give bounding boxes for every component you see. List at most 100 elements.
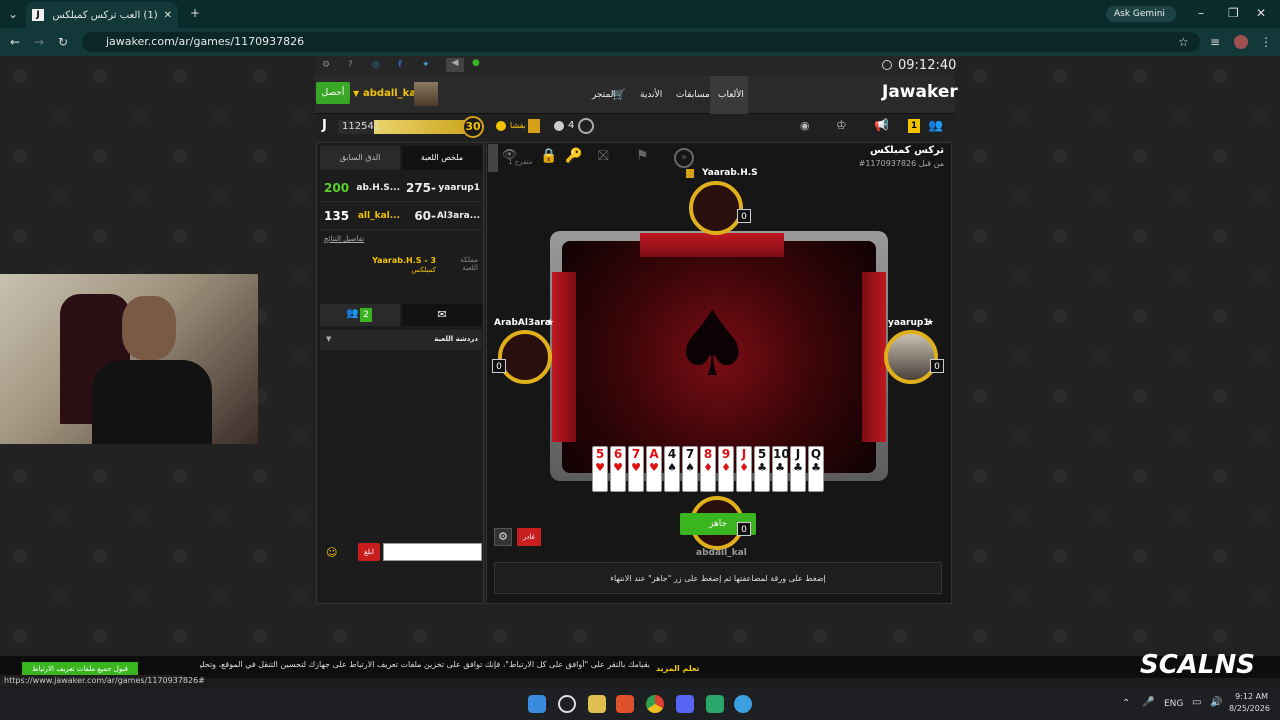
report-button[interactable]: ابلغ bbox=[358, 543, 380, 561]
help-icon[interactable]: ? bbox=[348, 60, 353, 70]
android-icon[interactable]: ● bbox=[472, 58, 488, 72]
hand-card[interactable]: 10 ♣ bbox=[772, 446, 790, 492]
reload-icon[interactable]: ↻ bbox=[58, 35, 68, 49]
discord-icon[interactable] bbox=[676, 695, 694, 713]
exit-door-icon[interactable]: ⛝ bbox=[598, 148, 609, 164]
player-top-name[interactable]: Yaarab.H.S bbox=[702, 168, 758, 178]
maximize-icon[interactable]: ❐ bbox=[1228, 6, 1239, 20]
profile-avatar[interactable] bbox=[1234, 35, 1248, 49]
hand-card[interactable]: 9 ♦ bbox=[718, 446, 734, 492]
lock-icon[interactable]: 🔒 bbox=[540, 148, 557, 164]
card-suit-icon: ♥ bbox=[631, 461, 641, 474]
hand-card[interactable]: 5 ♥ bbox=[592, 446, 608, 492]
url-input[interactable]: jawaker.com/ar/games/1170937826 bbox=[82, 32, 1200, 52]
emoji-icon[interactable]: ☺ bbox=[326, 546, 337, 559]
accept-cookies-button[interactable]: قبول جميع ملفات تعريف الارتباط bbox=[22, 662, 138, 676]
scrollbar[interactable] bbox=[488, 144, 498, 172]
rss-icon[interactable]: ◉ bbox=[800, 119, 810, 132]
player-name: ab.H.S... bbox=[356, 182, 400, 193]
settings-gear-icon[interactable]: ⚙ bbox=[494, 528, 512, 546]
hand-card[interactable]: A ♥ bbox=[646, 446, 662, 492]
player-left-name[interactable]: ArabAl3ara bbox=[494, 318, 551, 328]
card-rank: 8 bbox=[703, 447, 713, 461]
tab-search-icon[interactable]: ⌄ bbox=[8, 7, 18, 21]
score-details-link[interactable]: تفاصيل النتائج bbox=[324, 235, 364, 243]
hand-card[interactable]: 7 ♥ bbox=[628, 446, 644, 492]
new-tab-icon[interactable]: + bbox=[190, 6, 200, 20]
streamer-shirt bbox=[92, 360, 212, 444]
server-clock: 09:12:40 bbox=[898, 58, 957, 73]
chat-input[interactable] bbox=[383, 543, 482, 561]
twitter-icon[interactable]: ✦ bbox=[422, 60, 430, 70]
notification-badge[interactable]: 1 bbox=[908, 119, 920, 133]
kingdom-label: مملكة اللعبة bbox=[460, 256, 478, 272]
ask-gemini-button[interactable]: Ask Gemini bbox=[1106, 6, 1176, 22]
forward-icon[interactable]: → bbox=[34, 35, 44, 49]
taskbar-date[interactable]: 8/25/2026 bbox=[1226, 704, 1270, 713]
card-suit-icon: ♣ bbox=[793, 461, 803, 474]
volume-icon[interactable]: 🔊 bbox=[1210, 697, 1222, 708]
player-bottom-name[interactable]: abdall_kal bbox=[696, 548, 747, 558]
user-avatar[interactable] bbox=[414, 82, 438, 106]
player-left-avatar[interactable] bbox=[498, 330, 552, 384]
facebook-icon[interactable]: f bbox=[398, 60, 402, 70]
megaphone-icon[interactable]: 📢 bbox=[874, 118, 889, 132]
scalns-watermark: SCALNS bbox=[1140, 650, 1255, 680]
login-button[interactable]: أحصل bbox=[316, 82, 350, 104]
chrome-icon[interactable] bbox=[646, 695, 664, 713]
hand-card[interactable]: 4 ♠ bbox=[664, 446, 680, 492]
add-coins-icon[interactable] bbox=[496, 121, 506, 131]
close-window-icon[interactable]: ✕ bbox=[1256, 6, 1266, 20]
friends-icon[interactable]: 👥 bbox=[928, 118, 943, 132]
network-icon[interactable]: ▭ bbox=[1192, 697, 1201, 708]
trophy-icon[interactable]: ♔ bbox=[836, 118, 847, 132]
settings-icon[interactable]: ⚙ bbox=[322, 60, 330, 70]
spectators-label: 1 متفرج bbox=[508, 158, 533, 166]
hand-card[interactable]: J ♣ bbox=[790, 446, 806, 492]
player-right-avatar[interactable] bbox=[884, 330, 938, 384]
tray-chevron-icon[interactable]: ⌃ bbox=[1122, 698, 1130, 709]
browser-menu-icon[interactable]: ⋮ bbox=[1260, 35, 1272, 49]
instagram-icon[interactable]: ◎ bbox=[372, 60, 380, 70]
card-rank: 5 bbox=[595, 447, 605, 461]
browser-tab[interactable]: J (1) العب تركس كمبلكس مع ... ✕ bbox=[26, 2, 178, 28]
app-icon-2[interactable] bbox=[734, 695, 752, 713]
nav-games[interactable]: الألعاب bbox=[718, 90, 744, 100]
taskbar-time[interactable]: 9:12 AM bbox=[1228, 692, 1268, 701]
sound-icon[interactable]: ◀ bbox=[446, 58, 464, 72]
close-tab-icon[interactable]: ✕ bbox=[164, 10, 172, 21]
kick-icon[interactable]: ⚑ bbox=[636, 148, 649, 164]
mic-icon[interactable]: 🎤 bbox=[1142, 697, 1154, 708]
jawaker-logo[interactable]: Jawaker bbox=[882, 82, 958, 108]
leave-button[interactable]: غادر bbox=[517, 528, 541, 546]
add-token-icon[interactable] bbox=[554, 121, 564, 131]
windows-start-icon[interactable] bbox=[528, 695, 546, 713]
chat-tab-icon[interactable]: ✉ bbox=[402, 304, 482, 326]
key-icon[interactable]: 🔑 bbox=[565, 148, 582, 164]
tab-game-summary[interactable]: ملخص اللعبة bbox=[402, 146, 482, 170]
hand-card[interactable]: 5 ♣ bbox=[754, 446, 770, 492]
hand-card[interactable]: 8 ♦ bbox=[700, 446, 716, 492]
app-icon[interactable] bbox=[706, 695, 724, 713]
hand-card[interactable]: 6 ♥ bbox=[610, 446, 626, 492]
coins-label[interactable]: بقشا bbox=[510, 121, 526, 130]
learn-more-link[interactable]: تعلم المزيد bbox=[656, 664, 700, 673]
brave-icon[interactable] bbox=[616, 695, 634, 713]
extensions-icon[interactable]: ≡ bbox=[1210, 35, 1220, 49]
search-icon[interactable] bbox=[558, 695, 576, 713]
hand-card[interactable]: 7 ♠ bbox=[682, 446, 698, 492]
language-indicator[interactable]: ENG bbox=[1164, 699, 1183, 709]
fast-forward-icon[interactable]: » bbox=[674, 148, 694, 168]
bookmark-star-icon[interactable]: ☆ bbox=[1178, 35, 1189, 49]
card-rank: J bbox=[741, 447, 747, 461]
player-top-avatar[interactable] bbox=[689, 181, 743, 235]
file-explorer-icon[interactable] bbox=[588, 695, 606, 713]
nav-clubs[interactable]: الأندية bbox=[640, 90, 662, 100]
nav-competitions[interactable]: مسابقات bbox=[676, 90, 710, 100]
player-right-name[interactable]: yaarup1 bbox=[888, 318, 930, 328]
minimize-icon[interactable]: – bbox=[1198, 6, 1204, 20]
tab-previous-hand[interactable]: الدق السابق bbox=[320, 146, 400, 170]
hand-card[interactable]: J ♦ bbox=[736, 446, 752, 492]
back-icon[interactable]: ← bbox=[10, 35, 20, 49]
hand-card[interactable]: Q ♣ bbox=[808, 446, 824, 492]
